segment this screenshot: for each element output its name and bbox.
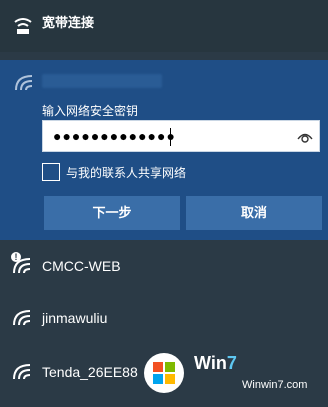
network-name: jinmawuliu [42, 310, 108, 326]
network-item[interactable]: ! CMCC-WEB [0, 246, 328, 286]
text-caret [170, 128, 171, 146]
broadband-label: 宽带连接 [42, 15, 95, 30]
share-checkbox[interactable] [42, 163, 60, 181]
broadband-connection[interactable]: 宽带连接 [0, 0, 328, 52]
wifi-icon [13, 364, 31, 380]
next-button[interactable]: 下一步 [44, 196, 180, 230]
warning-badge: ! [11, 252, 21, 262]
password-value: ●●●●●●●●●●●●● [53, 128, 176, 144]
eye-icon[interactable] [297, 130, 313, 144]
wifi-icon [13, 310, 31, 326]
password-field[interactable]: ●●●●●●●●●●●●● [42, 120, 320, 152]
network-item[interactable]: jinmawuliu [0, 298, 328, 338]
site-watermark: Win7 Winwin7.com [144, 347, 322, 399]
dialup-icon [14, 18, 32, 34]
cancel-button[interactable]: 取消 [186, 196, 322, 230]
wifi-icon [15, 75, 33, 91]
watermark-brand: Win7 [194, 353, 237, 373]
network-name: CMCC-WEB [42, 258, 121, 274]
selected-network-panel: 输入网络安全密钥 ●●●●●●●●●●●●● 与我的联系人共享网络 下一步 取消 [0, 60, 328, 240]
network-name: Tenda_26EE88 [42, 364, 138, 380]
windows-logo-icon [144, 353, 184, 393]
password-prompt: 输入网络安全密钥 [42, 104, 139, 118]
ssid-redacted [42, 74, 162, 88]
share-label: 与我的联系人共享网络 [66, 166, 187, 180]
watermark-url: Winwin7.com [242, 379, 308, 391]
